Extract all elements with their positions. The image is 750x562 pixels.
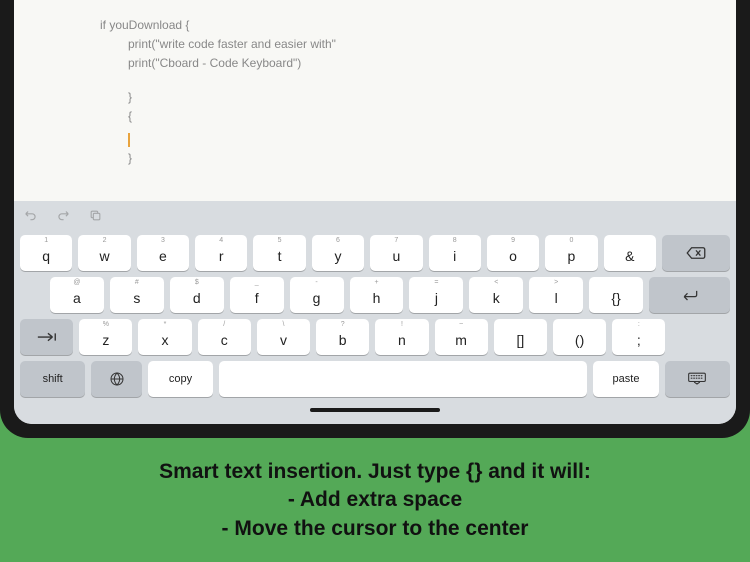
key-r[interactable]: 4r [195,235,247,271]
key-h[interactable]: +h [350,277,404,313]
backspace-key[interactable] [662,235,730,271]
shift-key[interactable]: shift [20,361,85,397]
key-x[interactable]: *x [138,319,191,355]
key-o[interactable]: 9o [487,235,539,271]
key-c[interactable]: /c [198,319,251,355]
code-line: print("Cboard - Code Keyboard") [100,54,736,73]
text-cursor [128,133,130,147]
key-p[interactable]: 0p [545,235,597,271]
key-v[interactable]: \v [257,319,310,355]
code-line [100,74,736,88]
key-i[interactable]: 8i [429,235,481,271]
key-amp[interactable]: & [604,235,656,271]
device-frame: if youDownload { print("write code faste… [0,0,750,438]
code-editor[interactable]: if youDownload { print("write code faste… [14,0,736,201]
home-indicator [310,408,440,412]
key-l[interactable]: >l [529,277,583,313]
paste-key[interactable]: paste [593,361,658,397]
key-semicolon[interactable]: :; [612,319,665,355]
backspace-icon [685,246,707,260]
globe-icon [109,371,125,387]
cursor-line [100,130,736,149]
key-z[interactable]: %z [79,319,132,355]
undo-icon[interactable] [24,208,38,222]
keyboard-row-4: shift copy paste [20,361,730,397]
key-f[interactable]: _f [230,277,284,313]
keyboard-icon [687,371,707,387]
code-line: { [100,107,736,126]
promo-line: - Move the cursor to the center [0,515,750,543]
key-a[interactable]: @a [50,277,104,313]
key-t[interactable]: 5t [253,235,305,271]
key-k[interactable]: <k [469,277,523,313]
key-b[interactable]: ?b [316,319,369,355]
key-e[interactable]: 3e [137,235,189,271]
promo-line: - Add extra space [0,486,750,514]
copy-icon[interactable] [88,208,102,222]
key-y[interactable]: 6y [312,235,364,271]
key-g[interactable]: -g [290,277,344,313]
tab-key[interactable] [20,319,73,355]
enter-key[interactable] [649,277,730,313]
code-line: } [100,149,736,168]
key-j[interactable]: =j [409,277,463,313]
promo-line: Smart text insertion. Just type {} and i… [0,458,750,486]
keyboard: 1q 2w 3e 4r 5t 6y 7u 8i 9o 0p & @a #s $d… [14,229,736,424]
keyboard-toolbar [14,201,736,229]
code-line: if youDownload { [100,16,736,35]
key-u[interactable]: 7u [370,235,422,271]
key-brackets[interactable]: [] [494,319,547,355]
keyboard-row-3: %z *x /c \v ?b !n ~m [] () :; [20,319,730,355]
key-w[interactable]: 2w [78,235,130,271]
redo-icon[interactable] [56,208,70,222]
key-parens[interactable]: () [553,319,606,355]
enter-icon [680,288,700,302]
hide-keyboard-key[interactable] [665,361,730,397]
key-m[interactable]: ~m [435,319,488,355]
keyboard-row-2: @a #s $d _f -g +h =j <k >l {} [20,277,730,313]
code-line: } [100,88,736,107]
keyboard-row-1: 1q 2w 3e 4r 5t 6y 7u 8i 9o 0p & [20,235,730,271]
promo-text: Smart text insertion. Just type {} and i… [0,458,750,543]
code-line: print("write code faster and easier with… [100,35,736,54]
key-q[interactable]: 1q [20,235,72,271]
screen: if youDownload { print("write code faste… [14,0,736,424]
space-key[interactable] [219,361,587,397]
globe-key[interactable] [91,361,141,397]
key-s[interactable]: #s [110,277,164,313]
key-d[interactable]: $d [170,277,224,313]
tab-icon [36,331,58,343]
key-n[interactable]: !n [375,319,428,355]
key-braces[interactable]: {} [589,277,643,313]
copy-key[interactable]: copy [148,361,213,397]
